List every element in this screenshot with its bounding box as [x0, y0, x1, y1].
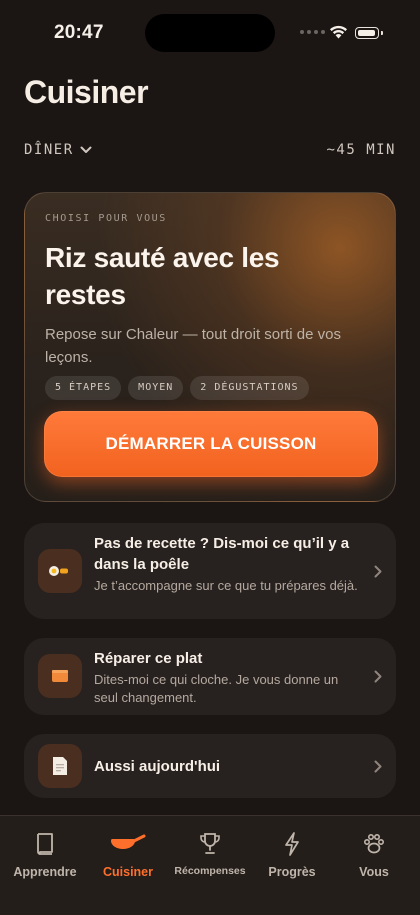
- recipe-tags: 5 ÉTAPES MOYEN 2 DÉGUSTATIONS: [45, 376, 309, 400]
- meal-selector-label: DÎNER: [24, 142, 74, 158]
- battery-icon: [355, 27, 379, 39]
- also-today-card[interactable]: Aussi aujourd'hui: [24, 734, 396, 798]
- wifi-icon: [330, 25, 347, 39]
- recipe-title: Riz sauté avec les restes: [45, 242, 280, 310]
- fix-dish-card[interactable]: Réparer ce plat Dites-moi ce qui cloche.…: [24, 638, 396, 715]
- tab-bar: Apprendre Cuisiner Récompenses Progrès V…: [0, 815, 420, 915]
- recipe-description: Repose sur Chaleur — tout droit sorti de…: [45, 326, 341, 366]
- battery-tip: [381, 31, 383, 35]
- tab-label: Cuisiner: [102, 865, 153, 879]
- tab-label: Apprendre: [13, 865, 77, 879]
- tag-difficulty: MOYEN: [128, 376, 184, 400]
- status-time: 20:47: [54, 22, 104, 43]
- dynamic-island: [145, 14, 275, 52]
- tag-tastings: 2 DÉGUSTATIONS: [190, 376, 309, 400]
- card-title: Aussi aujourd'hui: [94, 758, 221, 775]
- tab-label: Progrès: [268, 865, 316, 879]
- card-subtitle: Je t’accompagne sur ce que tu prépares d…: [94, 578, 358, 593]
- trophy-icon: [199, 830, 221, 858]
- book-icon: [34, 830, 56, 858]
- card-title: Réparer ce plat: [94, 650, 203, 667]
- card-title: Pas de recette ? Dis-moi ce qu’il y a da…: [94, 535, 350, 573]
- pan-egg-icon: [38, 549, 82, 593]
- tab-rewards[interactable]: Récompenses: [168, 816, 252, 896]
- page-title: Cuisiner: [24, 74, 149, 110]
- meal-selector[interactable]: DÎNER: [24, 142, 92, 158]
- tag-steps: 5 ÉTAPES: [45, 376, 122, 400]
- chevron-right-icon: [374, 760, 382, 773]
- tab-progress[interactable]: Progrès: [250, 816, 334, 896]
- featured-recipe-card: CHOISI POUR VOUS Riz sauté avec les rest…: [24, 192, 396, 502]
- featured-eyebrow: CHOISI POUR VOUS: [45, 213, 167, 224]
- fix-box-icon: [38, 654, 82, 698]
- card-subtitle: Dites-moi ce qui cloche. Je vous donne u…: [94, 672, 339, 705]
- bolt-icon: [284, 830, 300, 858]
- pan-icon: [109, 830, 147, 858]
- freestyle-cook-card[interactable]: Pas de recette ? Dis-moi ce qu’il y a da…: [24, 523, 396, 619]
- duration-estimate: ~45 MIN: [326, 142, 396, 158]
- chevron-right-icon: [374, 565, 382, 578]
- tab-label: Vous: [359, 865, 389, 879]
- note-icon: [38, 744, 82, 788]
- chevron-right-icon: [374, 670, 382, 683]
- signal-dots-icon: [300, 30, 325, 34]
- tab-learn[interactable]: Apprendre: [3, 816, 87, 896]
- start-cooking-button[interactable]: DÉMARRER LA CUISSON: [44, 411, 378, 477]
- paw-icon: [362, 830, 386, 858]
- chevron-down-icon: [80, 146, 92, 153]
- tab-you[interactable]: Vous: [332, 816, 416, 896]
- tab-label: Récompenses: [174, 865, 246, 877]
- tab-cook[interactable]: Cuisiner: [86, 816, 170, 896]
